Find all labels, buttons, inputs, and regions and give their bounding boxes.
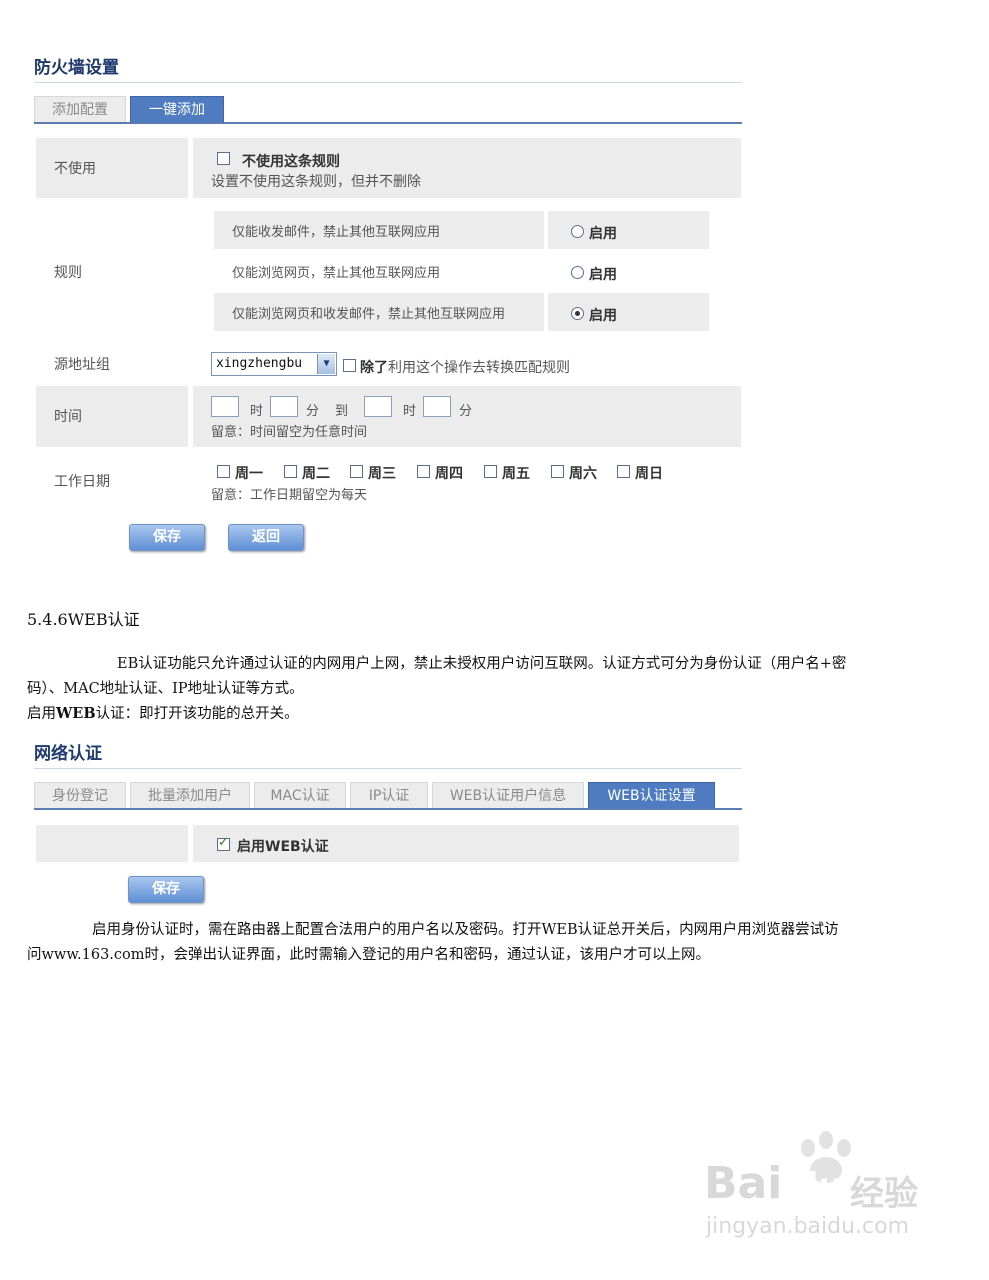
disable-rule-checkbox[interactable]: [217, 152, 230, 165]
identity-paragraph-line1: 启用身份认证时，需在路由器上配置合法用户的用户名以及密码。打开WEB认证总开关后…: [92, 922, 839, 938]
watermark-brand: Bai: [704, 1158, 783, 1209]
tab-web-auth-settings[interactable]: WEB认证设置: [588, 782, 715, 808]
time-label: 时间: [54, 409, 82, 425]
end-minute-input[interactable]: [423, 396, 451, 417]
day-wed-label: 周三: [368, 466, 396, 482]
except-label-rest: 利用这个操作去转换匹配规则: [388, 360, 570, 376]
rule-3-text: 仅能浏览网页和收发邮件，禁止其他互联网应用: [232, 307, 506, 322]
rule-3-radio[interactable]: [571, 307, 584, 320]
tab-quick-add[interactable]: 一键添加: [130, 96, 224, 122]
netauth-title-divider: [34, 768, 742, 769]
day-thu-label: 周四: [435, 466, 463, 482]
day-sun-label: 周日: [635, 466, 663, 482]
tab-identity-register[interactable]: 身份登记: [34, 782, 126, 808]
rule-1-radio[interactable]: [571, 225, 584, 238]
tab-web-auth-users[interactable]: WEB认证用户信息: [432, 782, 584, 808]
enable-web-paragraph: 启用WEB认证：即打开该功能的总开关。: [27, 702, 299, 723]
save-button[interactable]: 保存: [129, 524, 205, 551]
firewall-title: 防火墙设置: [34, 58, 119, 78]
disable-rule-hint: 设置不使用这条规则，但并不删除: [211, 174, 421, 190]
day-mon-label: 周一: [235, 466, 263, 482]
tab-mac-auth[interactable]: MAC认证: [254, 782, 346, 808]
day-thu-checkbox[interactable]: [417, 465, 430, 478]
baidu-jingyan-watermark: Bai du 经验 jingyan.baidu.com: [700, 1130, 940, 1250]
intro-paragraph-line2: 码）、MAC地址认证、IP地址认证等方式。: [27, 681, 304, 697]
workdays-label: 工作日期: [54, 474, 110, 490]
firewall-tabbar-line: [34, 122, 742, 124]
netauth-tabbar-line: [34, 808, 742, 810]
tab-batch-add-users[interactable]: 批量添加用户: [130, 782, 250, 808]
day-tue-checkbox[interactable]: [284, 465, 297, 478]
day-tue-label: 周二: [302, 466, 330, 482]
day-sun-checkbox[interactable]: [617, 465, 630, 478]
workdays-hint: 留意：工作日期留空为每天: [211, 488, 368, 503]
time-hint: 留意：时间留空为任意时间: [211, 425, 368, 440]
intro-paragraph-line1: EB认证功能只允许通过认证的内网用户上网，禁止未授权用户访问互联网。认证方式可分…: [117, 656, 847, 672]
firewall-title-divider: [34, 82, 742, 83]
source-label: 源地址组: [54, 357, 110, 373]
disable-label: 不使用: [54, 161, 96, 177]
watermark-brand-cn: 经验: [850, 1174, 918, 1214]
rule-1-radio-label: 启用: [589, 226, 617, 242]
day-sat-label: 周六: [569, 466, 597, 482]
day-mon-checkbox[interactable]: [217, 465, 230, 478]
source-group-select-value: xingzhengbu: [216, 356, 303, 371]
day-sat-checkbox[interactable]: [551, 465, 564, 478]
except-label: 除了利用这个操作去转换匹配规则: [360, 357, 570, 377]
start-hour-unit: 时: [250, 404, 264, 419]
end-minute-unit: 分: [459, 404, 473, 419]
rule-2-radio-label: 启用: [589, 267, 617, 283]
except-checkbox[interactable]: [343, 359, 356, 372]
watermark-url: jingyan.baidu.com: [706, 1214, 910, 1239]
start-minute-unit: 分: [306, 404, 320, 419]
day-fri-label: 周五: [502, 466, 530, 482]
source-group-select[interactable]: xingzhengbu ▼: [211, 352, 337, 376]
enable-web-auth-checkbox[interactable]: [217, 835, 230, 851]
day-wed-checkbox[interactable]: [350, 465, 363, 478]
end-hour-input[interactable]: [364, 396, 392, 417]
start-hour-input[interactable]: [211, 396, 239, 417]
rules-label: 规则: [54, 265, 82, 281]
tab-add-config[interactable]: 添加配置: [34, 96, 126, 122]
disable-rule-checkbox-label: 不使用这条规则: [242, 154, 340, 170]
netauth-save-button[interactable]: 保存: [128, 876, 204, 903]
day-fri-checkbox[interactable]: [484, 465, 497, 478]
watermark-brand2: du: [794, 1166, 843, 1206]
chevron-down-icon[interactable]: ▼: [317, 354, 335, 374]
rule-2-radio[interactable]: [571, 266, 584, 279]
rule-2-text: 仅能浏览网页，禁止其他互联网应用: [232, 266, 441, 281]
rule-3-radio-label: 启用: [589, 308, 617, 324]
except-label-bold: 除了: [360, 360, 388, 376]
rule-1-text: 仅能收发邮件，禁止其他互联网应用: [232, 225, 441, 240]
end-hour-unit: 时: [403, 404, 417, 419]
time-to-label: 到: [335, 404, 349, 419]
section-heading: 5.4.6WEB认证: [27, 610, 140, 629]
enable-web-post: 认证：即打开该功能的总开关。: [95, 706, 299, 722]
identity-paragraph-line2: 问www.163.com时，会弹出认证界面，此时需输入登记的用户名和密码，通过认…: [27, 947, 711, 963]
start-minute-input[interactable]: [270, 396, 298, 417]
enable-web-bold: WEB: [56, 705, 96, 722]
netauth-title: 网络认证: [34, 744, 102, 764]
enable-web-auth-label: 启用WEB认证: [237, 839, 329, 855]
back-button[interactable]: 返回: [228, 524, 304, 551]
tab-ip-auth[interactable]: IP认证: [350, 782, 428, 808]
enable-web-row-label-bg: [36, 825, 188, 862]
enable-web-pre: 启用: [27, 706, 56, 722]
